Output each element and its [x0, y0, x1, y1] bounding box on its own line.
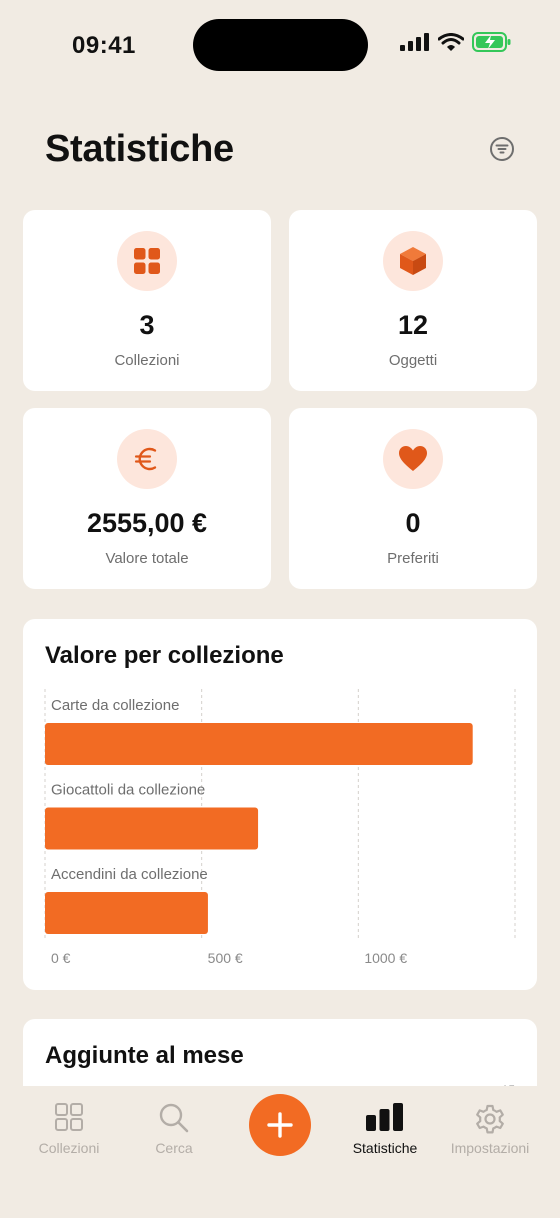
value-by-collection-card: Valore per collezione 0 €500 €1000 € Cart… [23, 619, 537, 990]
stat-value: 3 [139, 310, 155, 340]
bar [45, 807, 259, 850]
signal-icon [400, 33, 429, 51]
search-icon [159, 1103, 189, 1133]
stat-card-total-value[interactable]: 2555,00 € Valore totale [23, 408, 271, 589]
bar-category-label: Carte da collezione [51, 697, 179, 714]
wifi-icon [438, 33, 464, 51]
add-button[interactable] [249, 1094, 311, 1156]
tab-label: Statistiche [352, 1140, 418, 1156]
filter-button[interactable] [489, 136, 515, 162]
stat-value: 0 [405, 508, 421, 538]
battery-icon [472, 32, 511, 52]
stat-label: Valore totale [105, 550, 189, 567]
bar [45, 723, 473, 765]
tab-bar: Collezioni Cerca Statistiche Impostazion… [0, 1086, 560, 1218]
page-header: Statistiche [45, 128, 515, 178]
status-bar: 09:41 [0, 0, 560, 90]
tab-label: Impostazioni [450, 1140, 530, 1156]
stat-card-collections[interactable]: 3 Collezioni [23, 210, 271, 391]
grid-outline-icon [55, 1103, 83, 1131]
x-tick-label: 1000 € [364, 950, 407, 966]
x-tick-label: 0 € [51, 950, 71, 966]
stat-icon-bg [117, 429, 177, 489]
gear-icon [476, 1104, 504, 1134]
euro-icon [134, 447, 157, 471]
status-time: 09:41 [72, 32, 136, 59]
stat-value: 2555,00 € [86, 508, 208, 538]
bar-chart: 0 € 500 € 1000 € Carte da collezione Giocatt… [44, 689, 516, 966]
status-icons [400, 32, 512, 52]
bar-chart-icon [366, 1103, 403, 1131]
stat-icon-bg [383, 429, 443, 489]
stat-icon-bg [117, 231, 177, 291]
page-title: Statistiche [45, 128, 234, 170]
x-tick-label: 500 € [208, 950, 243, 966]
bar [45, 892, 208, 934]
stat-card-items[interactable]: 12 Oggetti [289, 210, 537, 391]
tab-label: Collezioni [38, 1140, 100, 1156]
bar-category-label: Giocattoli da collezione [51, 782, 205, 799]
monthly-title: Aggiunte al mese [45, 1042, 244, 1069]
stat-label: Collezioni [114, 352, 180, 369]
grid-icon [134, 248, 160, 274]
bar-category-label: Accendini da collezione [51, 866, 208, 883]
stat-value: 12 [397, 310, 429, 340]
dynamic-island [193, 19, 368, 71]
stat-label: Preferiti [387, 550, 439, 567]
tab-label: Cerca [155, 1140, 193, 1156]
stat-icon-bg [383, 231, 443, 291]
filter-lines-icon [490, 137, 514, 161]
heart-icon [399, 446, 427, 471]
stat-card-favorites[interactable]: 0 Preferiti [289, 408, 537, 589]
stat-label: Oggetti [388, 352, 438, 369]
cube-icon [400, 247, 426, 275]
plus-icon [267, 1112, 293, 1138]
